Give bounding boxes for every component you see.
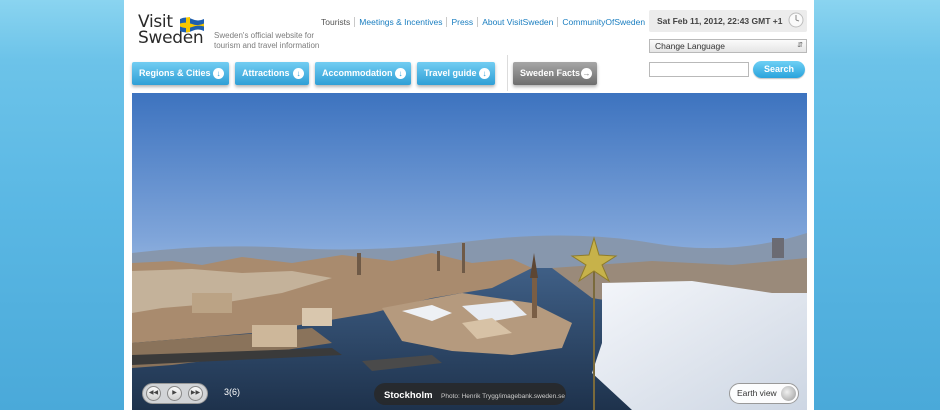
hero-slideshow[interactable]: ◀◀ ▶ ▶▶ 3(6) Stockholm Photo: Henrik Try… [132, 93, 807, 410]
earth-view-label: Earth view [737, 388, 777, 398]
language-select[interactable]: Change Language ⇵ [649, 39, 807, 53]
language-select-value: Change Language [655, 41, 725, 51]
arrow-down-icon: ↓ [293, 68, 304, 79]
next-icon[interactable]: ▶▶ [188, 386, 203, 401]
arrow-down-icon: ↓ [213, 68, 224, 79]
nav-attractions[interactable]: Attractions ↓ [235, 62, 309, 85]
site-tagline: Sweden's official website for tourism an… [214, 31, 320, 50]
search-button[interactable]: Search [753, 61, 805, 78]
arrow-down-icon: ↓ [395, 68, 406, 79]
swedish-flag-icon [180, 17, 204, 33]
nav-regions-cities[interactable]: Regions & Cities ↓ [132, 62, 229, 85]
arrow-right-icon: → [581, 68, 592, 79]
caption-city: Stockholm [384, 390, 433, 401]
slideshow-controls: ◀◀ ▶ ▶▶ [142, 383, 208, 404]
nav-travel-guide-label: Travel guide [424, 68, 477, 78]
clock-icon [788, 12, 804, 28]
nav-sweden-facts-label: Sweden Facts [520, 68, 581, 78]
nav-travel-guide[interactable]: Travel guide ↓ [417, 62, 495, 85]
search-input[interactable] [649, 62, 749, 77]
globe-icon [781, 386, 796, 401]
nav-accommodation-label: Accommodation [322, 68, 393, 78]
date-time-display: Sat Feb 11, 2012, 22:43 GMT +1 [649, 10, 807, 32]
nav-accommodation[interactable]: Accommodation ↓ [315, 62, 411, 85]
stockholm-photo [132, 93, 807, 410]
topnav-tourists[interactable]: Tourists [317, 17, 354, 27]
topnav-press[interactable]: Press [446, 17, 477, 27]
topnav-community[interactable]: CommunityOfSweden [557, 17, 649, 27]
top-navigation: Tourists Meetings & Incentives Press About … [317, 17, 649, 27]
date-time-text: Sat Feb 11, 2012, 22:43 GMT +1 [657, 16, 783, 26]
caption-credit: Photo: Henrik Trygg/imagebank.sweden.se [441, 393, 565, 400]
previous-icon[interactable]: ◀◀ [146, 386, 161, 401]
visit-sweden-logo[interactable]: Visit Sweden [138, 14, 218, 54]
nav-sweden-facts[interactable]: Sweden Facts → [513, 62, 597, 85]
select-arrows-icon: ⇵ [797, 42, 803, 49]
play-icon[interactable]: ▶ [167, 386, 182, 401]
nav-divider [507, 55, 508, 91]
topnav-meetings[interactable]: Meetings & Incentives [354, 17, 446, 27]
nav-attractions-label: Attractions [242, 68, 290, 78]
photo-caption: Stockholm Photo: Henrik Trygg/imagebank.… [374, 383, 566, 405]
nav-regions-cities-label: Regions & Cities [139, 68, 211, 78]
topnav-about[interactable]: About VisitSweden [477, 17, 557, 27]
earth-view-button[interactable]: Earth view [729, 383, 799, 404]
page-container: Visit Sweden Sweden's official website f… [124, 0, 814, 410]
arrow-down-icon: ↓ [479, 68, 490, 79]
slide-counter: 3(6) [224, 387, 241, 397]
